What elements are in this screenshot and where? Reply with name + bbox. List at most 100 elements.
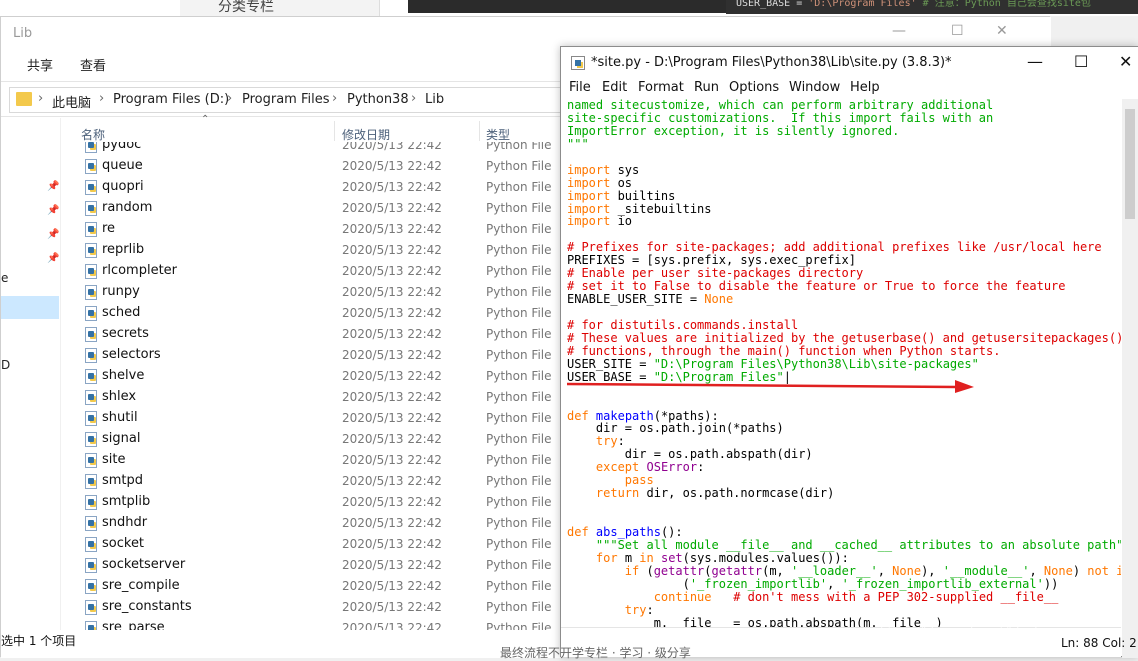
file-name: signal bbox=[102, 431, 141, 446]
menu-window[interactable]: Window bbox=[789, 80, 840, 95]
code-token: ) bbox=[1072, 563, 1088, 578]
file-date: 2020/5/13 22:42 bbox=[342, 579, 442, 593]
code-token: None bbox=[892, 563, 922, 578]
python-file-icon bbox=[85, 516, 97, 531]
file-row-shlex[interactable]: shlex 2020/5/13 22:42 Python File bbox=[61, 387, 561, 408]
explorer-title: Lib bbox=[13, 26, 33, 41]
close-icon[interactable]: ✕ bbox=[996, 23, 1008, 39]
file-row-runpy[interactable]: runpy 2020/5/13 22:42 Python File bbox=[61, 282, 561, 303]
idle-title: *site.py - D:\Program Files\Python38\Lib… bbox=[591, 55, 952, 70]
pin-icon[interactable]: 📌 bbox=[47, 181, 59, 192]
code-token: sys bbox=[610, 162, 640, 177]
file-row-shelve[interactable]: shelve 2020/5/13 22:42 Python File bbox=[61, 366, 561, 387]
scrollbar-thumb[interactable] bbox=[1125, 109, 1135, 219]
nav-item-fragment[interactable]: D bbox=[1, 358, 10, 372]
nav-item-fragment[interactable]: e bbox=[1, 271, 8, 285]
file-type: Python File bbox=[486, 142, 552, 152]
breadcrumb-python38[interactable]: Python38 bbox=[347, 92, 409, 107]
file-type: Python File bbox=[486, 264, 552, 278]
file-row-signal[interactable]: signal 2020/5/13 22:42 Python File bbox=[61, 429, 561, 450]
menu-help[interactable]: Help bbox=[850, 80, 880, 95]
ribbon-tab-share[interactable]: 共享 bbox=[27, 55, 53, 74]
file-row-pydoc[interactable]: pydoc 2020/5/13 22:42 Python File bbox=[61, 142, 561, 156]
file-date: 2020/5/13 22:42 bbox=[342, 369, 442, 383]
breadcrumb-program-files[interactable]: Program Files bbox=[242, 92, 330, 107]
close-icon[interactable]: ✕ bbox=[1119, 52, 1132, 71]
nav-item-selected[interactable] bbox=[1, 296, 59, 319]
file-row-site[interactable]: site 2020/5/13 22:42 Python File bbox=[61, 450, 561, 471]
file-date: 2020/5/13 22:42 bbox=[342, 432, 442, 446]
background-bottom-text: 最终流程不开学专栏 · 学习 · 级分享 bbox=[500, 646, 691, 660]
column-type[interactable]: 类型 bbox=[486, 126, 510, 143]
code-token: os bbox=[610, 175, 633, 190]
python-file-icon bbox=[85, 180, 97, 195]
file-row-shutil[interactable]: shutil 2020/5/13 22:42 Python File bbox=[61, 408, 561, 429]
minimize-icon[interactable]: — bbox=[1027, 52, 1043, 71]
breadcrumb-this-pc[interactable]: 此电脑 bbox=[52, 92, 91, 111]
file-name: shutil bbox=[102, 410, 138, 425]
address-bar[interactable]: › 此电脑 › Program Files (D:) › Program Fil… bbox=[9, 87, 562, 113]
file-row-secrets[interactable]: secrets 2020/5/13 22:42 Python File bbox=[61, 324, 561, 345]
file-row-re[interactable]: re 2020/5/13 22:42 Python File bbox=[61, 219, 561, 240]
file-name: quopri bbox=[102, 179, 144, 194]
column-name[interactable]: 名称 bbox=[81, 126, 105, 143]
idle-editor-window: *site.py - D:\Program Files\Python38\Lib… bbox=[560, 46, 1138, 658]
file-row-random[interactable]: random 2020/5/13 22:42 Python File bbox=[61, 198, 561, 219]
column-date[interactable]: 修改日期 bbox=[342, 126, 390, 143]
file-date: 2020/5/13 22:42 bbox=[342, 537, 442, 551]
pin-icon[interactable]: 📌 bbox=[47, 205, 59, 216]
code-editor[interactable]: named sitecustomize, which can perform a… bbox=[567, 99, 1121, 627]
file-row-rlcompleter[interactable]: rlcompleter 2020/5/13 22:42 Python File bbox=[61, 261, 561, 282]
file-row-smtpd[interactable]: smtpd 2020/5/13 22:42 Python File bbox=[61, 471, 561, 492]
file-name: re bbox=[102, 221, 116, 236]
file-name: queue bbox=[102, 158, 143, 173]
python-file-icon bbox=[85, 327, 97, 342]
file-row-queue[interactable]: queue 2020/5/13 22:42 Python File bbox=[61, 156, 561, 177]
file-row-sched[interactable]: sched 2020/5/13 22:42 Python File bbox=[61, 303, 561, 324]
menu-edit[interactable]: Edit bbox=[602, 80, 627, 95]
file-type: Python File bbox=[486, 600, 552, 614]
file-row-socketserver[interactable]: socketserver 2020/5/13 22:42 Python File bbox=[61, 555, 561, 576]
file-row-smtplib[interactable]: smtplib 2020/5/13 22:42 Python File bbox=[61, 492, 561, 513]
code-token: import bbox=[567, 175, 611, 190]
file-name: sre_parse bbox=[102, 620, 165, 630]
column-divider[interactable] bbox=[334, 121, 335, 141]
minimize-icon[interactable]: — bbox=[892, 23, 906, 39]
code-token: dir = os.path.abspath(dir) bbox=[567, 447, 813, 462]
breadcrumb-drive[interactable]: Program Files (D:) bbox=[113, 92, 229, 107]
python-file-icon bbox=[85, 621, 97, 630]
code-token: ImportError exception, it is silently ig… bbox=[567, 123, 900, 138]
pin-icon[interactable]: 📌 bbox=[47, 229, 59, 240]
menu-run[interactable]: Run bbox=[694, 80, 719, 95]
maximize-icon[interactable]: ☐ bbox=[951, 23, 964, 39]
code-token: not in bbox=[1087, 563, 1121, 578]
python-file-icon bbox=[85, 495, 97, 510]
file-row-sre_compile[interactable]: sre_compile 2020/5/13 22:42 Python File bbox=[61, 576, 561, 597]
file-row-reprlib[interactable]: reprlib 2020/5/13 22:42 Python File bbox=[61, 240, 561, 261]
ribbon-tab-view[interactable]: 查看 bbox=[80, 55, 106, 74]
file-row-selectors[interactable]: selectors 2020/5/13 22:42 Python File bbox=[61, 345, 561, 366]
file-row-sndhdr[interactable]: sndhdr 2020/5/13 22:42 Python File bbox=[61, 513, 561, 534]
python-file-icon bbox=[85, 285, 97, 300]
code-token: m bbox=[617, 550, 640, 565]
menu-format[interactable]: Format bbox=[638, 80, 684, 95]
menu-file[interactable]: File bbox=[569, 80, 591, 95]
file-row-sre_parse[interactable]: sre_parse 2020/5/13 22:42 Python File bbox=[61, 618, 561, 630]
breadcrumb-lib[interactable]: Lib bbox=[425, 92, 444, 107]
maximize-icon[interactable]: ☐ bbox=[1074, 52, 1088, 71]
column-divider[interactable] bbox=[479, 121, 480, 141]
file-name: smtplib bbox=[102, 494, 151, 509]
code-token: _sitebuiltins bbox=[610, 201, 712, 216]
sort-up-icon: ⌃ bbox=[201, 114, 210, 125]
menu-options[interactable]: Options bbox=[729, 80, 779, 95]
file-row-quopri[interactable]: quopri 2020/5/13 22:42 Python File bbox=[61, 177, 561, 198]
file-date: 2020/5/13 22:42 bbox=[342, 411, 442, 425]
python-file-icon bbox=[85, 537, 97, 552]
file-date: 2020/5/13 22:42 bbox=[342, 327, 442, 341]
file-row-sre_constants[interactable]: sre_constants 2020/5/13 22:42 Python File bbox=[61, 597, 561, 618]
file-name: pydoc bbox=[102, 142, 142, 152]
file-row-socket[interactable]: socket 2020/5/13 22:42 Python File bbox=[61, 534, 561, 555]
pin-icon[interactable]: 📌 bbox=[47, 253, 59, 264]
